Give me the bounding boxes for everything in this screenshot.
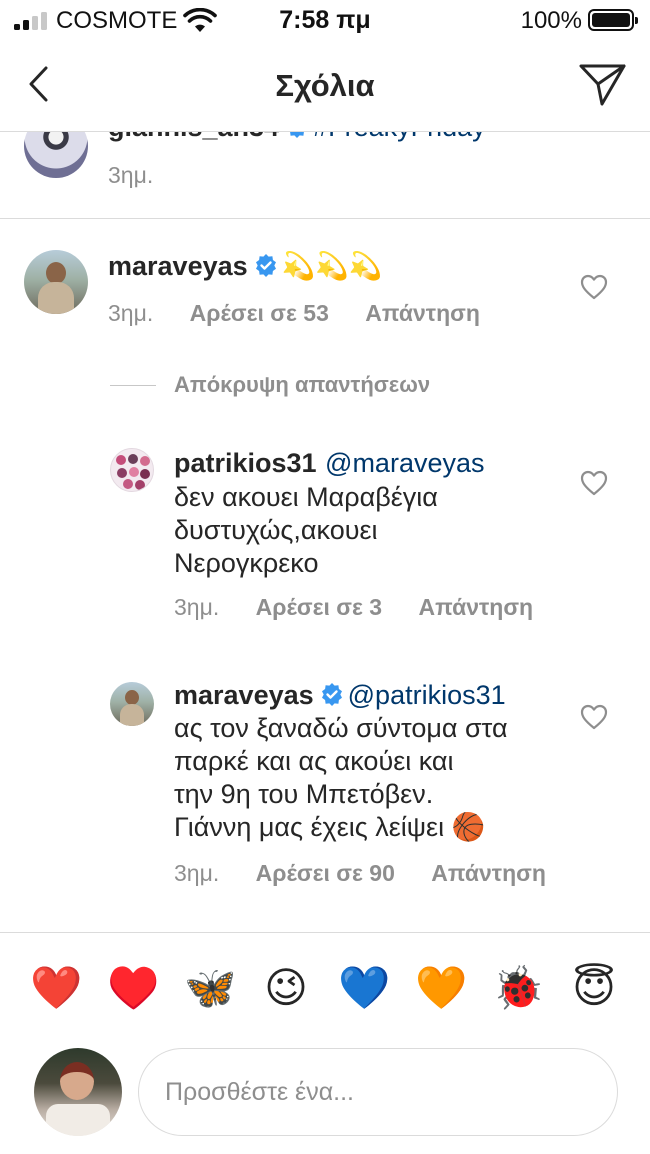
status-bar: COSMOTE 7:58 πμ 100%	[0, 0, 650, 42]
reply-mention[interactable]: @patrikios31	[348, 680, 506, 710]
comments-list: giannis_an34 #FreakyFriday 3ημ. maraveyas…	[0, 132, 650, 932]
divider	[110, 384, 156, 386]
hide-replies-button[interactable]: Απόκρυψη απαντήσεων	[110, 370, 430, 400]
heart-icon[interactable]	[580, 704, 608, 730]
emoji-butterfly[interactable]: 🦋	[184, 963, 236, 1013]
emoji-quick-bar: ❤️ ♥️ 🦋 😉 💙 🧡 🐞 😇	[0, 932, 650, 1042]
emoji-winking-face[interactable]: 😉	[261, 963, 311, 1013]
emoji-red-heart[interactable]: ❤️	[30, 963, 82, 1013]
emoji-blue-heart[interactable]: 💙	[338, 963, 390, 1013]
reply-time: 3ημ.	[174, 594, 220, 620]
reply-text: ας τον ξαναδώ σύντομα στα παρκέ και ας α…	[174, 713, 508, 842]
reply-text: δεν ακουει Μαραβέγια δυστυχώς,ακουει Νερ…	[174, 482, 438, 578]
comment-username[interactable]: maraveyas	[108, 251, 248, 281]
carrier-name: COSMOTE	[56, 7, 178, 34]
reply-likes[interactable]: Αρέσει σε 90	[256, 860, 395, 886]
avatar[interactable]	[24, 250, 88, 314]
avatar[interactable]	[110, 682, 154, 726]
chevron-left-icon[interactable]	[22, 64, 58, 104]
reply-button[interactable]: Απάντηση	[419, 594, 534, 620]
verified-badge-icon	[255, 254, 276, 277]
battery-icon	[588, 9, 638, 31]
reply-time: 3ημ.	[174, 860, 220, 886]
emoji-orange-heart[interactable]: 🧡	[415, 963, 467, 1013]
navigation-bar: Σχόλια	[0, 42, 650, 132]
heart-icon[interactable]	[580, 274, 608, 300]
wifi-icon	[183, 8, 217, 32]
verified-badge-icon	[290, 132, 304, 138]
reply-username[interactable]: maraveyas	[174, 680, 314, 710]
emoji-heart-suit[interactable]: ♥️	[107, 963, 159, 1013]
comment-username[interactable]: giannis_an34	[108, 132, 279, 142]
battery-percentage: 100%	[520, 7, 582, 34]
current-user-avatar	[34, 1048, 122, 1136]
reply-username[interactable]: patrikios31	[174, 448, 317, 478]
reply-button[interactable]: Απάντηση	[431, 860, 546, 886]
comment-hashtag[interactable]: #FreakyFriday	[313, 132, 486, 142]
paper-plane-icon[interactable]	[578, 62, 628, 108]
divider	[0, 218, 650, 219]
comment-time: 3ημ.	[108, 162, 154, 188]
comment-text: 💫💫💫	[281, 251, 383, 281]
comment-likes[interactable]: Αρέσει σε 53	[190, 300, 329, 326]
reply-button[interactable]: Απάντηση	[365, 300, 480, 326]
emoji-lady-beetle[interactable]: 🐞	[492, 963, 544, 1013]
heart-icon[interactable]	[580, 470, 608, 496]
avatar[interactable]	[24, 132, 88, 178]
reply-mention[interactable]: @maraveyas	[325, 448, 484, 478]
emoji-smiling-face-with-halo[interactable]: 😇	[569, 963, 619, 1013]
verified-badge-icon	[321, 683, 342, 706]
hide-replies-label: Απόκρυψη απαντήσεων	[174, 372, 431, 397]
comment-input[interactable]	[138, 1048, 618, 1136]
cellular-signal-icon	[14, 12, 50, 30]
reply-likes[interactable]: Αρέσει σε 3	[256, 594, 382, 620]
avatar[interactable]	[110, 448, 154, 492]
page-title: Σχόλια	[275, 68, 375, 103]
comment-time: 3ημ.	[108, 300, 154, 326]
